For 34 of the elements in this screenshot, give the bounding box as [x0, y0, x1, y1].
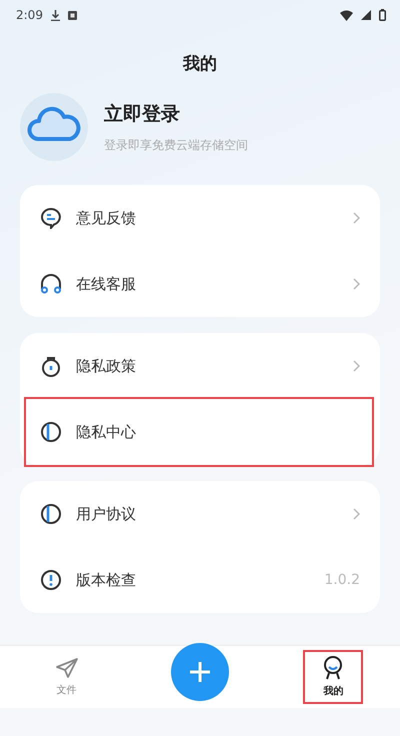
nav-tab[interactable]: 我的 — [305, 652, 362, 702]
menu-item[interactable]: 用户协议 — [34, 481, 366, 547]
menu-label: 在线客服 — [76, 274, 136, 294]
menu-item[interactable]: 意见反馈 — [34, 185, 366, 251]
menu-item[interactable]: 版本检查 1.0.2 — [34, 547, 366, 613]
chat-icon — [40, 207, 62, 229]
paper-plane-icon — [54, 657, 79, 679]
half-circle-icon — [40, 421, 62, 443]
battery-icon — [379, 9, 386, 21]
lock-icon — [40, 355, 62, 377]
login-subtitle: 登录即享免费云端存储空间 — [104, 136, 248, 154]
half-circle-icon — [40, 503, 62, 525]
menu-label: 隐私政策 — [76, 356, 136, 376]
menu-item[interactable]: 隐私政策 — [34, 333, 366, 399]
menu-item[interactable]: 在线客服 — [34, 251, 366, 317]
download-icon — [50, 10, 60, 20]
version-text: 1.0.2 — [324, 572, 360, 588]
menu-label: 用户协议 — [76, 504, 136, 524]
plus-icon — [188, 661, 211, 683]
nav-tab[interactable]: 文件 — [36, 653, 97, 701]
menu-label: 版本检查 — [76, 570, 136, 590]
headset-icon — [40, 273, 62, 295]
menu-label: 隐私中心 — [76, 422, 136, 442]
menu-label: 意见反馈 — [76, 208, 136, 228]
signal-icon — [361, 10, 371, 20]
person-icon — [323, 656, 344, 680]
cloud-avatar[interactable] — [20, 93, 88, 161]
alert-icon — [40, 569, 62, 591]
notification-icon — [68, 10, 77, 20]
login-link[interactable]: 立即登录 — [104, 100, 248, 126]
status-time: 2:09 — [16, 8, 43, 22]
menu-item[interactable]: 隐私中心 — [26, 399, 372, 465]
page-title: 我的 — [182, 53, 218, 75]
wifi-icon — [340, 10, 353, 20]
